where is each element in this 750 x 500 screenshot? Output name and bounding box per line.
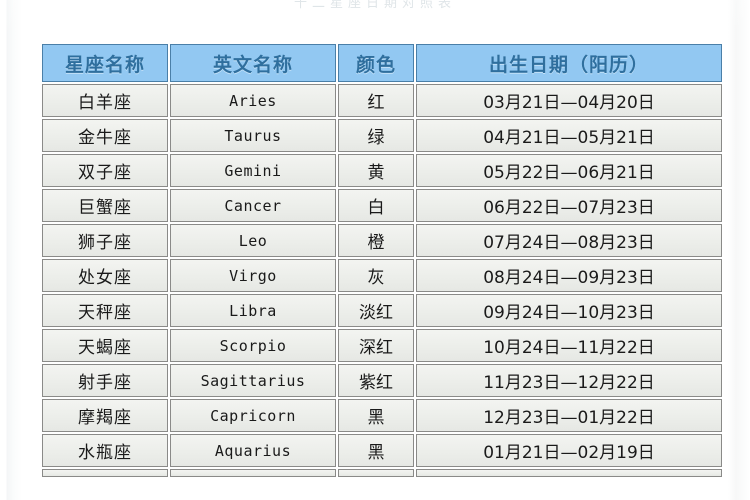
cell-zodiac-name: 处女座: [42, 259, 168, 292]
clipped-page-title: 十二星座日期对照表: [293, 0, 456, 9]
cell-english-name: [170, 469, 336, 477]
cell-zodiac-name: [42, 469, 168, 477]
cell-zodiac-name: 射手座: [42, 364, 168, 397]
table-row: 双子座 Gemini 黄 05月22日—06月21日: [42, 154, 722, 187]
table-row: 巨蟹座 Cancer 白 06月22日—07月23日: [42, 189, 722, 222]
table-header: 星座名称 英文名称 颜色 出生日期（阳历）: [42, 44, 722, 82]
table-row: 射手座 Sagittarius 紫红 11月23日—12月22日: [42, 364, 722, 397]
cell-color: 黑: [338, 434, 414, 467]
cell-color: 黄: [338, 154, 414, 187]
cell-zodiac-name: 巨蟹座: [42, 189, 168, 222]
cell-birth-date: 03月21日—04月20日: [416, 84, 722, 117]
column-header-birth-date: 出生日期（阳历）: [416, 44, 722, 82]
header-row: 星座名称 英文名称 颜色 出生日期（阳历）: [42, 44, 722, 82]
cell-color: 黑: [338, 399, 414, 432]
column-header-english-name: 英文名称: [170, 44, 336, 82]
cell-english-name: Sagittarius: [170, 364, 336, 397]
cell-zodiac-name: 天蝎座: [42, 329, 168, 362]
table-row: 处女座 Virgo 灰 08月24日—09月23日: [42, 259, 722, 292]
cell-birth-date: 10月24日—11月22日: [416, 329, 722, 362]
cell-color: 淡红: [338, 294, 414, 327]
cell-birth-date: [416, 469, 722, 477]
cell-english-name: Leo: [170, 224, 336, 257]
cell-birth-date: 04月21日—05月21日: [416, 119, 722, 152]
column-header-zodiac-name: 星座名称: [42, 44, 168, 82]
zodiac-table-container: 星座名称 英文名称 颜色 出生日期（阳历） 白羊座 Aries 红 03月21日…: [40, 42, 722, 479]
cell-english-name: Scorpio: [170, 329, 336, 362]
cell-color: 白: [338, 189, 414, 222]
cell-color: 灰: [338, 259, 414, 292]
table-row: 白羊座 Aries 红 03月21日—04月20日: [42, 84, 722, 117]
table-row: 狮子座 Leo 橙 07月24日—08月23日: [42, 224, 722, 257]
cell-birth-date: 08月24日—09月23日: [416, 259, 722, 292]
cell-zodiac-name: 狮子座: [42, 224, 168, 257]
cell-birth-date: 09月24日—10月23日: [416, 294, 722, 327]
cell-birth-date: 07月24日—08月23日: [416, 224, 722, 257]
cell-english-name: Libra: [170, 294, 336, 327]
cell-birth-date: 11月23日—12月22日: [416, 364, 722, 397]
table-row: 摩羯座 Capricorn 黑 12月23日—01月22日: [42, 399, 722, 432]
zodiac-table: 星座名称 英文名称 颜色 出生日期（阳历） 白羊座 Aries 红 03月21日…: [40, 42, 724, 479]
table-row: 天秤座 Libra 淡红 09月24日—10月23日: [42, 294, 722, 327]
table-row-clipped: [42, 469, 722, 477]
cell-color: 红: [338, 84, 414, 117]
cell-english-name: Virgo: [170, 259, 336, 292]
cell-birth-date: 01月21日—02月19日: [416, 434, 722, 467]
cell-color: 绿: [338, 119, 414, 152]
cell-english-name: Aquarius: [170, 434, 336, 467]
cell-english-name: Capricorn: [170, 399, 336, 432]
cell-zodiac-name: 双子座: [42, 154, 168, 187]
cell-zodiac-name: 金牛座: [42, 119, 168, 152]
cell-zodiac-name: 水瓶座: [42, 434, 168, 467]
cell-zodiac-name: 天秤座: [42, 294, 168, 327]
cell-color: 橙: [338, 224, 414, 257]
cell-zodiac-name: 白羊座: [42, 84, 168, 117]
cell-zodiac-name: 摩羯座: [42, 399, 168, 432]
cell-color: 深红: [338, 329, 414, 362]
table-row: 天蝎座 Scorpio 深红 10月24日—11月22日: [42, 329, 722, 362]
cell-birth-date: 05月22日—06月21日: [416, 154, 722, 187]
column-header-color: 颜色: [338, 44, 414, 82]
cell-color: 紫红: [338, 364, 414, 397]
cell-english-name: Cancer: [170, 189, 336, 222]
table-row: 金牛座 Taurus 绿 04月21日—05月21日: [42, 119, 722, 152]
cell-english-name: Taurus: [170, 119, 336, 152]
cell-birth-date: 06月22日—07月23日: [416, 189, 722, 222]
cell-birth-date: 12月23日—01月22日: [416, 399, 722, 432]
table-body: 白羊座 Aries 红 03月21日—04月20日 金牛座 Taurus 绿 0…: [42, 84, 722, 477]
cell-english-name: Gemini: [170, 154, 336, 187]
cell-english-name: Aries: [170, 84, 336, 117]
table-row: 水瓶座 Aquarius 黑 01月21日—02月19日: [42, 434, 722, 467]
cell-color: [338, 469, 414, 477]
